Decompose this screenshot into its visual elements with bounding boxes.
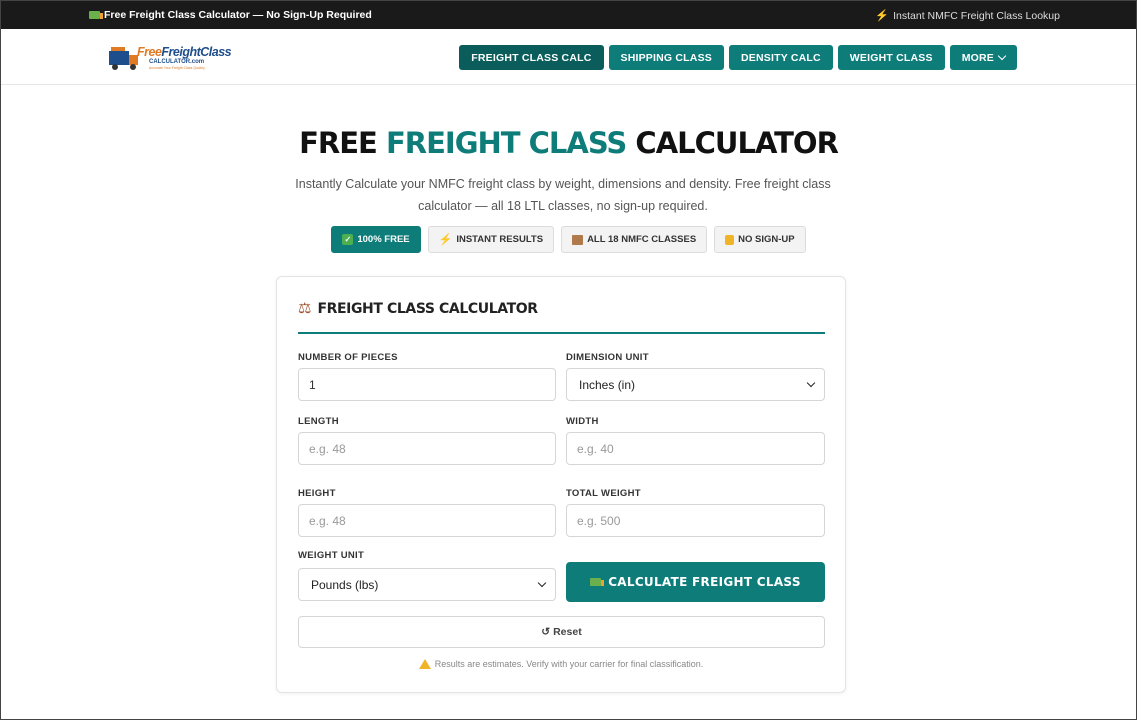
width-label: WIDTH — [566, 416, 599, 427]
reset-button-label: Reset — [553, 626, 582, 638]
total-weight-label: TOTAL WEIGHT — [566, 488, 641, 499]
logo-free: Free — [137, 45, 162, 59]
chevron-down-icon — [997, 51, 1007, 61]
pieces-label: NUMBER OF PIECES — [298, 352, 398, 363]
nav-weight-class[interactable]: WEIGHT CLASS — [837, 45, 945, 70]
top-announcement-bar: Free Freight Class Calculator — No Sign-… — [1, 1, 1136, 29]
logo-wordmark: FreeFreightClass — [137, 45, 232, 59]
disclaimer-text: Results are estimates. Verify with your … — [434, 659, 704, 669]
package-icon — [572, 234, 584, 245]
truck-logo-icon — [109, 47, 138, 70]
calculator-card: ⚖ FREIGHT CLASS CALCULATOR NUMBER OF PIE… — [276, 276, 846, 693]
badge-no-signup: NO SIGN-UP — [714, 226, 806, 253]
lock-icon — [725, 234, 735, 245]
site-header: FreeFreightClass CALCULATOR.com Accurate… — [1, 29, 1136, 85]
lightning-icon: ⚡ — [438, 234, 453, 246]
site-logo[interactable]: FreeFreightClass CALCULATOR.com Accurate… — [107, 43, 232, 73]
pieces-input[interactable] — [298, 368, 556, 401]
dimension-unit-label: DIMENSION UNIT — [566, 352, 649, 363]
height-input[interactable] — [298, 504, 556, 537]
chevron-down-icon — [537, 578, 547, 588]
calculate-button[interactable]: CALCULATE FREIGHT CLASS — [566, 562, 825, 602]
top-bar-left-text: Free Freight Class Calculator — No Sign-… — [104, 9, 372, 21]
nav-shipping-class[interactable]: SHIPPING CLASS — [608, 45, 724, 70]
dimension-unit-select[interactable]: Inches (in) — [566, 368, 825, 401]
feature-badges: ✓ 100% FREE ⚡ INSTANT RESULTS ALL 18 NMF… — [1, 226, 1136, 253]
reset-icon: ↺ — [541, 626, 551, 638]
nav-density-calc[interactable]: DENSITY CALC — [728, 45, 833, 70]
truck-icon — [89, 11, 103, 19]
height-label: HEIGHT — [298, 488, 336, 499]
check-icon: ✓ — [342, 234, 354, 245]
length-input[interactable] — [298, 432, 556, 465]
badge-instant: ⚡ INSTANT RESULTS — [427, 226, 555, 253]
badge-free: ✓ 100% FREE — [331, 226, 421, 253]
truck-icon — [590, 578, 605, 586]
total-weight-input[interactable] — [566, 504, 825, 537]
badge-no-signup-label: NO SIGN-UP — [738, 234, 795, 245]
page-subtitle: Instantly Calculate your NMFC freight cl… — [295, 177, 831, 213]
weight-unit-select[interactable]: Pounds (lbs) — [298, 568, 556, 601]
lightning-icon: ⚡ — [875, 10, 890, 22]
width-input[interactable] — [566, 432, 825, 465]
badge-nmfc: ALL 18 NMFC CLASSES — [561, 226, 708, 253]
badge-free-label: 100% FREE — [357, 234, 410, 245]
warning-icon — [418, 659, 431, 669]
scale-icon: ⚖ — [298, 300, 312, 317]
title-freight-class: FREIGHT CLASS — [385, 126, 627, 160]
disclaimer-note: Results are estimates. Verify with your … — [277, 659, 845, 669]
weight-unit-value: Pounds (lbs) — [311, 577, 379, 592]
top-bar-left: Free Freight Class Calculator — No Sign-… — [89, 9, 372, 21]
chevron-down-icon — [806, 378, 816, 388]
top-bar-right: ⚡ Instant NMFC Freight Class Lookup — [875, 9, 1060, 23]
page-title: FREE FREIGHT CLASS CALCULATOR — [1, 126, 1136, 160]
logo-tagline: Accurate Your Freight Class Quickly — [149, 66, 205, 70]
title-free: FREE — [299, 126, 386, 160]
nav-more-label: MORE — [961, 51, 994, 64]
weight-unit-label: WEIGHT UNIT — [298, 550, 365, 561]
top-bar-right-text: Instant NMFC Freight Class Lookup — [893, 9, 1060, 22]
length-label: LENGTH — [298, 416, 339, 427]
badge-nmfc-label: ALL 18 NMFC CLASSES — [587, 234, 697, 245]
dimension-unit-value: Inches (in) — [579, 377, 636, 392]
nav-freight-class-calc[interactable]: FREIGHT CLASS CALC — [459, 45, 604, 70]
main-nav: FREIGHT CLASS CALC SHIPPING CLASS DENSIT… — [459, 45, 1017, 70]
calculator-header: ⚖ FREIGHT CLASS CALCULATOR — [298, 301, 825, 334]
calculator-title: FREIGHT CLASS CALCULATOR — [317, 301, 538, 317]
calculate-button-label: CALCULATE FREIGHT CLASS — [608, 575, 801, 589]
reset-button[interactable]: ↺ Reset — [298, 616, 825, 648]
title-calculator: CALCULATOR — [626, 126, 838, 160]
logo-subtext: CALCULATOR.com — [149, 59, 205, 65]
logo-freightclass: FreightClass — [161, 45, 232, 59]
badge-instant-label: INSTANT RESULTS — [456, 234, 544, 245]
nav-more-dropdown[interactable]: MORE — [949, 45, 1017, 70]
